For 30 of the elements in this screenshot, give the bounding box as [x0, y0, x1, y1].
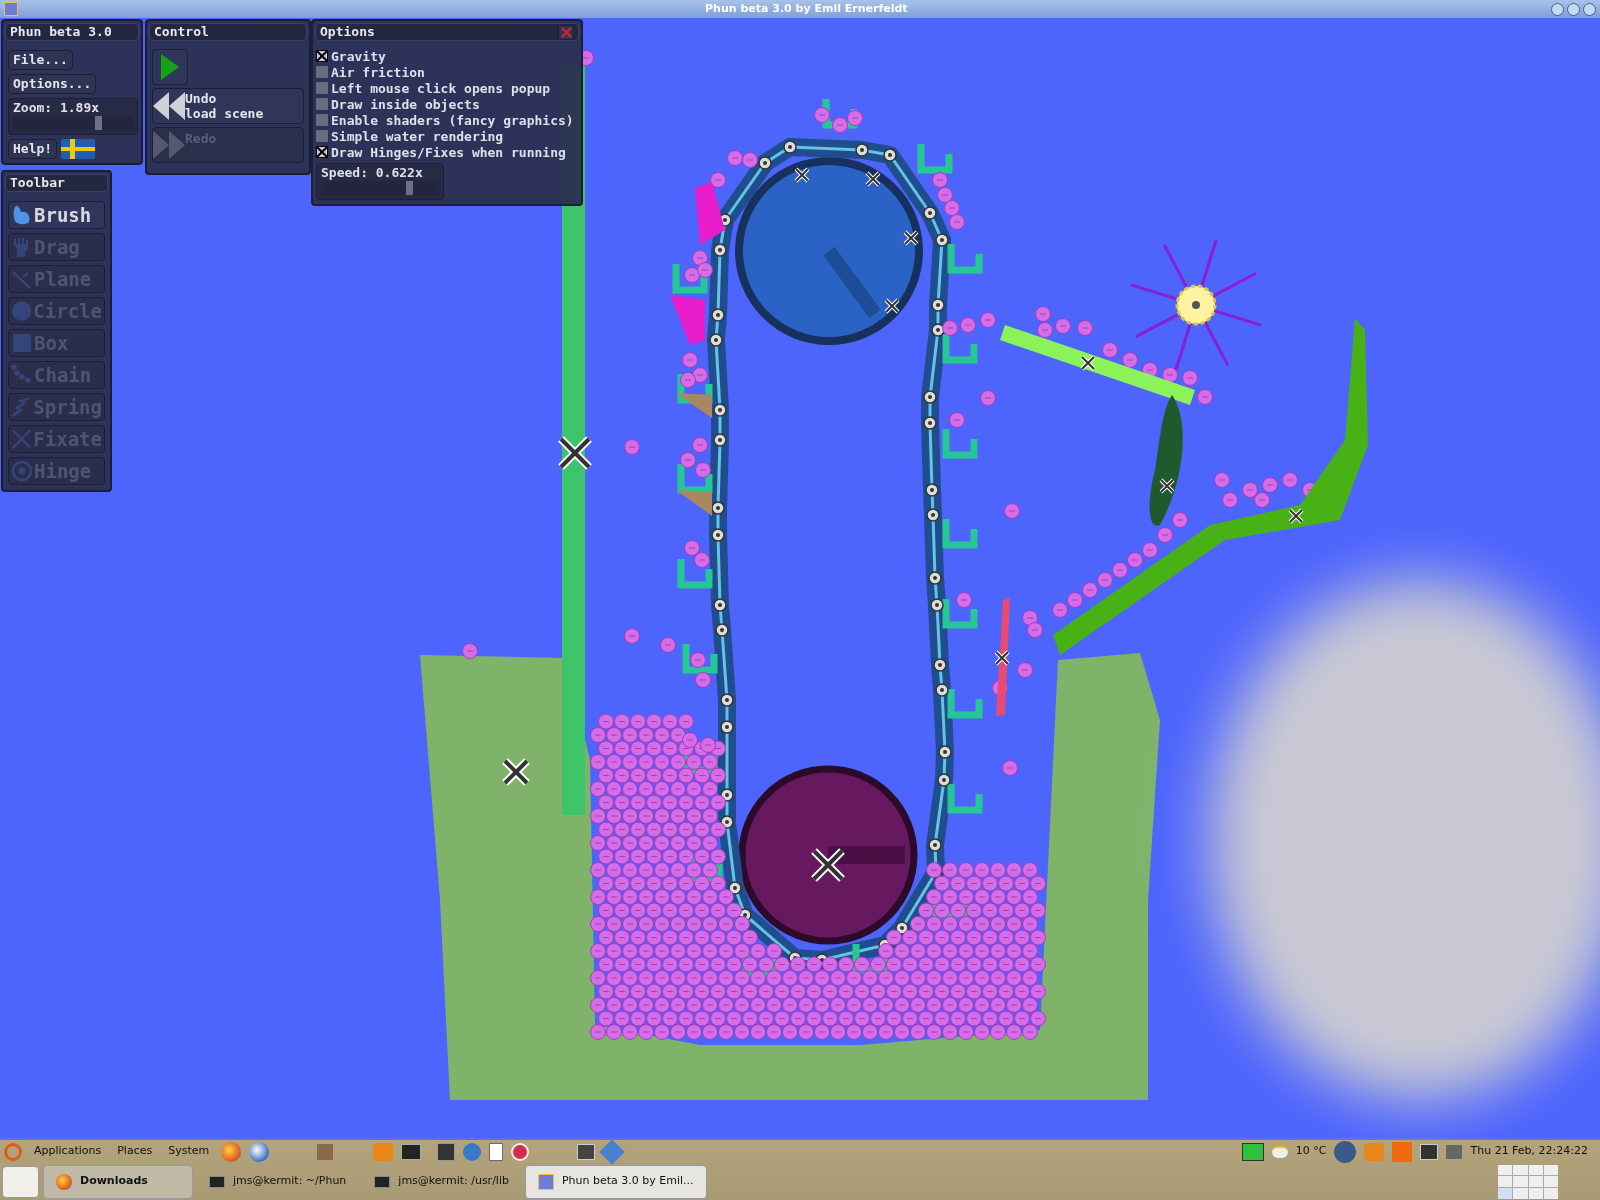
- menu-button[interactable]: File...: [8, 50, 73, 70]
- tool-button[interactable]: Brush: [8, 201, 105, 229]
- menu-item[interactable]: Places: [113, 1143, 157, 1160]
- option-label: Enable shaders (fancy graphics): [331, 112, 574, 128]
- task-button[interactable]: jms@kermit: /usr/lib: [362, 1164, 521, 1199]
- slider-control[interactable]: Speed: 0.622x: [316, 163, 444, 200]
- panel-title: Phun beta 3.0: [5, 23, 139, 41]
- panel-title: Control: [149, 23, 307, 41]
- clock-text[interactable]: Thu 21 Feb, 22:24:22: [1470, 1143, 1596, 1160]
- panel-title: Options: [320, 24, 375, 40]
- slider-control[interactable]: Zoom: 1.89x: [8, 98, 138, 135]
- menu-item[interactable]: Applications: [30, 1143, 106, 1160]
- option-label: Air friction: [331, 64, 425, 80]
- option-label: Draw Hinges/Fixes when running: [331, 144, 566, 160]
- option-label: Simple water rendering: [331, 128, 504, 144]
- help-button[interactable]: Help!: [8, 139, 58, 159]
- option-label: Gravity: [331, 48, 386, 64]
- slider-label: Speed: 0.622x: [321, 165, 424, 180]
- temperature-text: 10 °C: [1295, 1143, 1327, 1160]
- window-title: Phun beta 3.0 by Emil Ernerfeldt: [705, 0, 908, 17]
- task-button[interactable]: Downloads: [43, 1164, 193, 1199]
- menu-button[interactable]: Options...: [8, 74, 97, 94]
- undo-button[interactable]: Undo load scene: [152, 88, 304, 124]
- panel-title: Toolbar: [5, 174, 108, 192]
- slider-label: Zoom: 1.89x: [13, 100, 101, 115]
- task-button[interactable]: jms@kermit: ~/Phun: [197, 1164, 359, 1199]
- menu-item[interactable]: System: [164, 1143, 214, 1160]
- task-button[interactable]: Phun beta 3.0 by Emil...: [524, 1164, 707, 1199]
- option-label: Draw inside objects: [331, 96, 480, 112]
- option-label: Left mouse click opens popup: [331, 80, 551, 96]
